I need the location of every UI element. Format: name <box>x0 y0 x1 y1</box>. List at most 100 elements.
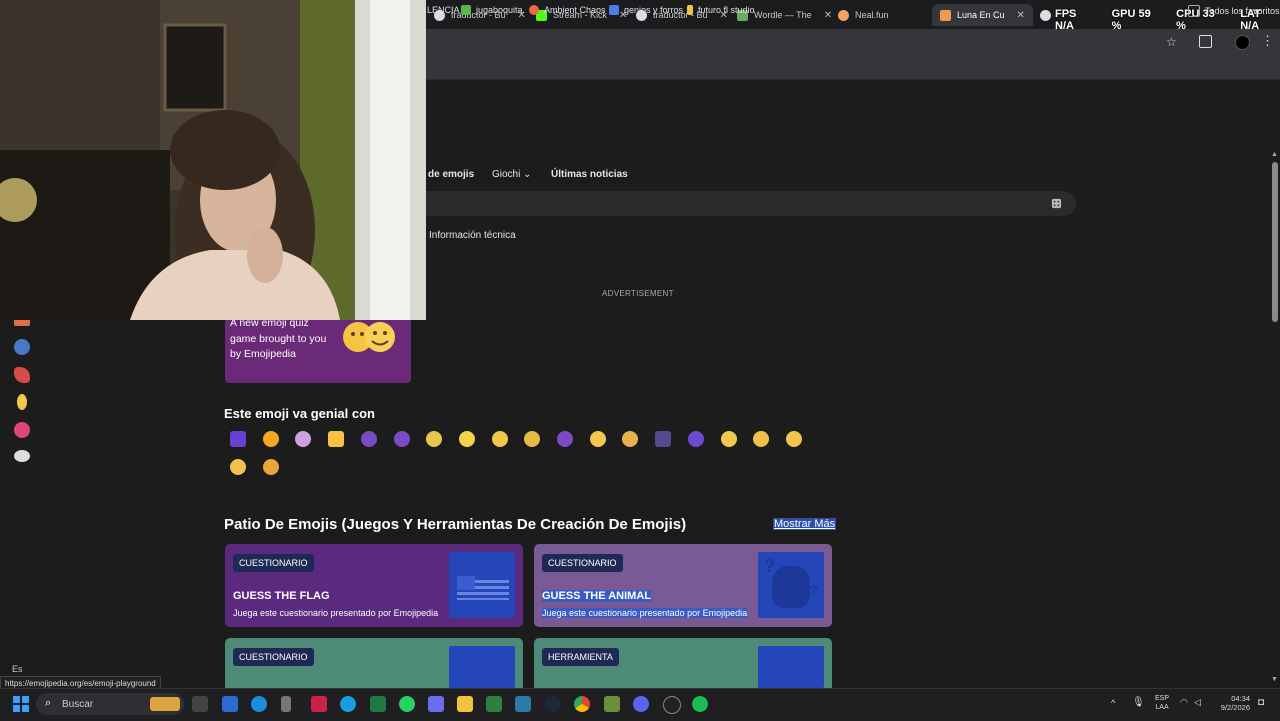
sun-face-emoji-icon[interactable] <box>785 431 802 447</box>
card-description: Juega este cuestionario presentado por E… <box>542 608 748 618</box>
mouse-icon[interactable] <box>281 696 291 712</box>
nav-games-label: Giochi <box>492 169 521 180</box>
bookmark-label: genios y forros <box>624 5 684 15</box>
animal-thumbnail-icon: ? ? <box>758 552 824 618</box>
globe-icon[interactable] <box>14 339 30 355</box>
technical-info-link[interactable]: Información técnica <box>429 230 516 241</box>
lightbulb-icon[interactable] <box>17 394 27 410</box>
card-guess-the-flag[interactable]: CUESTIONARIO GUESS THE FLAG Juega este c… <box>225 544 523 627</box>
extensions-icon[interactable] <box>1199 35 1212 48</box>
scroll-down-icon[interactable]: ▼ <box>1271 676 1278 683</box>
minecraft-launcher-icon[interactable] <box>604 696 620 712</box>
card-description: Juega este cuestionario presentado por E… <box>233 608 439 618</box>
windows-start-icon[interactable] <box>13 696 29 712</box>
nav-emojis[interactable]: de emojis <box>428 169 474 180</box>
app-colorful-icon[interactable] <box>428 696 444 712</box>
card-quiz-3[interactable]: CUESTIONARIO <box>225 638 523 688</box>
tab-5[interactable]: Neal.fun ✕ <box>838 4 939 26</box>
taskbar-search-placeholder: Buscar <box>62 699 94 710</box>
bookmark-jugaboquita[interactable]: jugaboquita <box>461 5 523 15</box>
bookmark-ambient-chaos[interactable]: Ambient Chaos <box>529 5 606 15</box>
tab-label: Neal.fun <box>855 10 889 20</box>
menu-kebab-icon[interactable]: ⋮ <box>1261 33 1274 49</box>
task-view-icon[interactable] <box>192 696 208 712</box>
nealfun-icon <box>838 9 849 21</box>
bookmark-icon <box>687 5 693 15</box>
bookmark-futuro-fl-studio[interactable]: futuro fl studio <box>687 5 755 15</box>
last-quarter-emoji-icon[interactable] <box>557 431 573 447</box>
card-guess-the-animal[interactable]: CUESTIONARIO GUESS THE ANIMAL Juega este… <box>534 544 832 627</box>
chrome-icon[interactable] <box>574 696 590 712</box>
tray-chevron-icon[interactable]: ^ <box>1111 698 1115 708</box>
waxing-crescent-emoji-icon[interactable] <box>393 431 410 447</box>
edge-browser-icon[interactable] <box>340 696 356 712</box>
bookmark-label: LENCIA <box>427 5 460 15</box>
wifi-icon[interactable]: ◠ <box>1180 697 1188 708</box>
bookmark-all-favorites[interactable]: Todos los favoritos <box>1188 5 1280 17</box>
obs-icon[interactable] <box>663 696 681 714</box>
search-input[interactable] <box>426 191 1076 216</box>
tab-label: Luna En Cu <box>957 10 1005 20</box>
whatsapp-icon[interactable] <box>399 696 415 712</box>
bookmark-label: Todos los favoritos <box>1205 6 1280 16</box>
smiling-face-hearts-emoji-icon[interactable] <box>262 431 279 447</box>
app-blue-icon[interactable] <box>515 696 531 712</box>
bookmark-icon <box>609 5 619 15</box>
notification-bell-icon[interactable]: ◘ <box>1258 697 1264 708</box>
crescent-emoji-icon[interactable] <box>589 431 606 447</box>
night-sky-emoji-icon[interactable] <box>655 431 672 447</box>
store-icon[interactable] <box>222 696 238 712</box>
moon-circle-emoji-icon[interactable] <box>230 431 246 447</box>
bookmark-genios-y-forros[interactable]: genios y forros <box>609 5 683 15</box>
dice-icon[interactable] <box>1051 198 1062 209</box>
waxing-gibbous-emoji-icon[interactable] <box>458 431 475 447</box>
advertisement-label: ADVERTISEMENT <box>602 289 674 298</box>
taskbar-clock[interactable]: 04:34 9/2/2026 <box>1202 694 1250 712</box>
card-category-badge: CUESTIONARIO <box>542 554 623 572</box>
smiling-face-emoji-icon[interactable] <box>230 459 246 475</box>
eyes-moon-emoji-icon[interactable] <box>687 431 704 447</box>
scroll-up-icon[interactable]: ▲ <box>1271 151 1278 158</box>
tab-7[interactable] <box>1040 4 1051 26</box>
minecraft-icon[interactable] <box>486 696 502 712</box>
ringed-planet-emoji-icon[interactable] <box>262 459 279 475</box>
card-tool[interactable]: HERRAMIENTA <box>534 638 832 688</box>
full-moon-emoji-icon[interactable] <box>491 431 508 447</box>
xbox-icon[interactable] <box>370 696 386 712</box>
keyboard-layout[interactable]: ESP LAA <box>1155 694 1169 712</box>
close-icon[interactable]: ✕ <box>1017 10 1025 21</box>
microphone-icon[interactable]: 🎙 <box>1132 697 1145 708</box>
scrollbar-thumb[interactable] <box>1272 162 1278 322</box>
card-category-badge: CUESTIONARIO <box>233 648 314 666</box>
steam-icon[interactable] <box>545 696 561 712</box>
file-explorer-icon[interactable] <box>457 696 473 712</box>
crescent-face-emoji-icon[interactable] <box>720 431 737 447</box>
input-language-indicator: Es <box>12 664 23 674</box>
heart-icon[interactable] <box>14 422 30 438</box>
bookmark-label: jugaboquita <box>476 5 523 15</box>
nav-news[interactable]: Últimas noticias <box>551 169 628 180</box>
flag-thumbnail-icon <box>449 552 515 618</box>
card-category-badge: HERRAMIENTA <box>542 648 619 666</box>
goes-well-with-heading: Este emoji va genial con <box>224 406 375 421</box>
edge-icon[interactable] <box>251 696 267 712</box>
bookmark-star-icon[interactable]: ☆ <box>1166 35 1177 49</box>
show-more-link[interactable]: Mostrar Más <box>773 518 837 530</box>
spotify-icon[interactable] <box>692 696 708 712</box>
app-red-icon[interactable] <box>311 696 327 712</box>
nav-games[interactable]: Giochi ⌄ <box>492 169 532 180</box>
bookmark-lencia[interactable]: LENCIA <box>427 5 460 15</box>
clock-time: 04:34 <box>1231 694 1250 703</box>
close-icon[interactable]: ✕ <box>824 10 832 21</box>
profile-avatar[interactable] <box>1235 35 1250 50</box>
search-highlight-icon <box>150 697 180 711</box>
clock-date: 9/2/2026 <box>1220 703 1250 712</box>
star-emoji-icon[interactable] <box>328 431 345 447</box>
discord-icon[interactable] <box>633 696 649 712</box>
bookmark-icon <box>529 5 539 15</box>
promo-text: A new emoji quiz game brought to you by … <box>230 317 327 360</box>
tab-6-active[interactable]: Luna En Cu ✕ <box>932 4 1033 26</box>
people-icon[interactable] <box>14 450 30 462</box>
volume-icon[interactable]: ◁ <box>1194 697 1201 708</box>
new-moon-emoji-icon[interactable] <box>360 431 377 447</box>
